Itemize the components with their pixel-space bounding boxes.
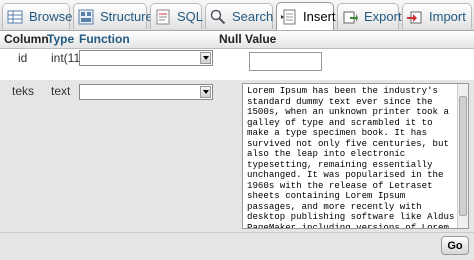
table-header: Column Type Function Null Value xyxy=(0,31,474,49)
tab-bar: Browse Structure SQL Search Insert Expor… xyxy=(0,0,474,31)
tab-structure[interactable]: Structure xyxy=(73,3,153,29)
chevron-down-icon xyxy=(200,86,211,98)
value-input-id[interactable] xyxy=(249,52,322,71)
column-name: teks xyxy=(12,84,35,98)
tab-label: Insert xyxy=(303,9,336,24)
form-footer xyxy=(0,232,474,260)
column-name: id xyxy=(18,51,28,65)
tab-label: SQL xyxy=(177,9,204,24)
tab-label: Search xyxy=(232,9,274,24)
header-column: Column xyxy=(4,32,49,46)
tab-import[interactable]: Import xyxy=(402,3,472,29)
function-select-teks[interactable] xyxy=(79,84,213,100)
header-value: Value xyxy=(245,32,277,46)
textarea-content: Lorem Ipsum has been the industry's stan… xyxy=(247,85,455,229)
header-null: Null xyxy=(219,32,242,46)
tab-label: Structure xyxy=(100,9,153,24)
function-select-id[interactable] xyxy=(79,50,213,66)
scrollbar[interactable] xyxy=(457,84,468,228)
export-icon xyxy=(342,9,358,25)
tab-label: Export xyxy=(364,9,402,24)
tab-search[interactable]: Search xyxy=(205,3,273,29)
value-textarea-teks[interactable]: Lorem Ipsum has been the industry's stan… xyxy=(242,83,469,229)
search-icon xyxy=(210,9,226,25)
column-type: text xyxy=(51,84,71,98)
sql-icon xyxy=(155,9,171,25)
go-button[interactable]: Go xyxy=(441,236,469,255)
tab-label: Browse xyxy=(29,9,73,24)
tab-insert[interactable]: Insert xyxy=(276,2,336,30)
table-row: id int(11) xyxy=(0,49,474,79)
import-icon xyxy=(407,9,423,25)
chevron-down-icon xyxy=(200,52,211,64)
tab-sql[interactable]: SQL xyxy=(150,3,204,29)
header-type[interactable]: Type xyxy=(47,32,74,46)
header-function[interactable]: Function xyxy=(79,32,130,46)
browse-icon xyxy=(7,9,23,25)
scrollbar-thumb[interactable] xyxy=(459,96,467,216)
structure-icon xyxy=(78,9,94,25)
insert-icon xyxy=(281,9,297,25)
tab-label: Import xyxy=(429,9,466,24)
tab-browse[interactable]: Browse xyxy=(2,3,73,29)
tab-export[interactable]: Export xyxy=(337,3,402,29)
